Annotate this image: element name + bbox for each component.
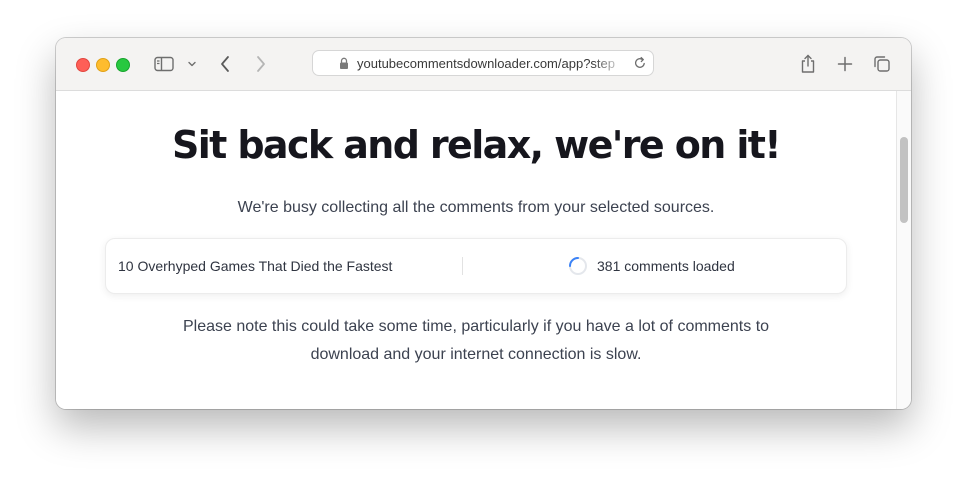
close-window-button[interactable] — [76, 58, 90, 72]
sidebar-icon[interactable] — [153, 52, 175, 76]
vertical-scrollbar[interactable] — [896, 91, 911, 409]
loading-spinner-icon — [568, 256, 588, 276]
address-bar[interactable]: youtubecommentsdownloader.com/app?step — [312, 50, 654, 76]
card-divider — [462, 257, 463, 275]
tabs-overview-icon[interactable] — [872, 52, 892, 76]
source-video-title: 10 Overhyped Games That Died the Fastest — [118, 258, 393, 274]
page-title: Sit back and relax, we're on it! — [171, 123, 782, 167]
source-progress-card: 10 Overhyped Games That Died the Fastest… — [105, 238, 847, 294]
reload-icon[interactable] — [633, 56, 647, 75]
comments-loaded-status: 381 comments loaded — [597, 258, 735, 274]
browser-toolbar: youtubecommentsdownloader.com/app?step — [56, 38, 911, 91]
zoom-window-button[interactable] — [116, 58, 130, 72]
address-url[interactable]: youtubecommentsdownloader.com/app?step — [357, 56, 625, 71]
page-content: Sit back and relax, we're on it! We're b… — [56, 91, 896, 409]
minimize-window-button[interactable] — [96, 58, 110, 72]
browser-window: youtubecommentsdownloader.com/app?step S… — [56, 38, 911, 409]
lock-icon — [339, 57, 349, 75]
forward-arrow-icon[interactable] — [252, 52, 270, 76]
share-icon[interactable] — [798, 52, 818, 76]
scrollbar-thumb[interactable] — [900, 137, 908, 223]
page-subtitle: We're busy collecting all the comments f… — [237, 199, 715, 216]
back-arrow-icon[interactable] — [216, 52, 234, 76]
chevron-down-icon[interactable] — [186, 52, 198, 76]
plus-icon[interactable] — [835, 52, 855, 76]
download-note: Please note this could take some time, p… — [182, 318, 770, 363]
